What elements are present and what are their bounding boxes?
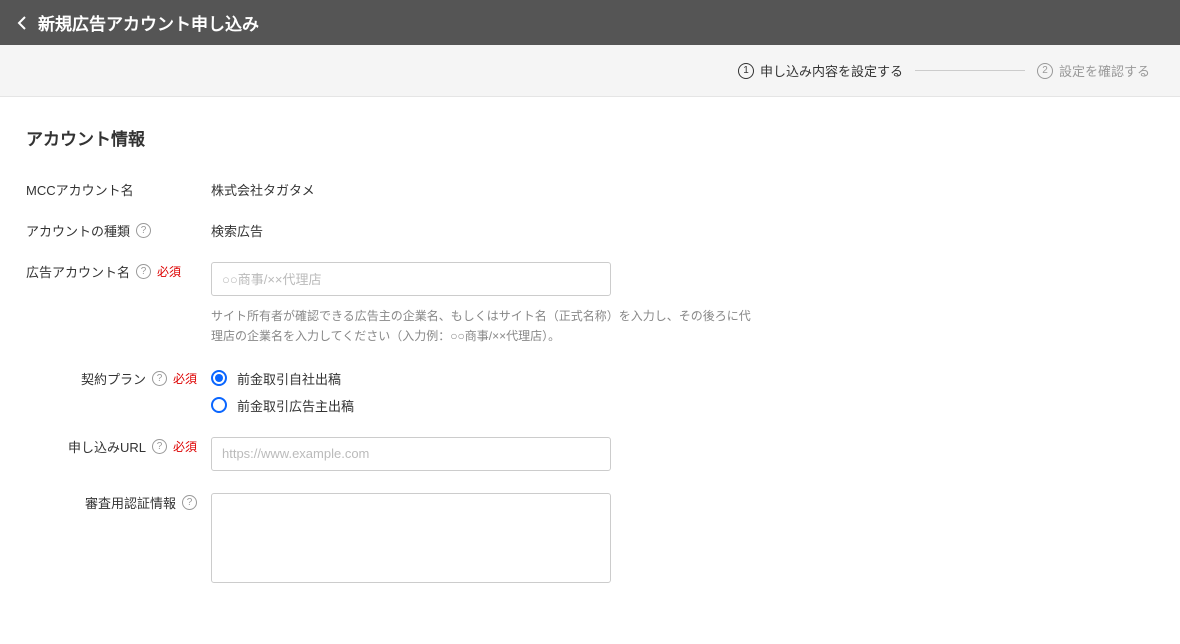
step-2-label: 設定を確認する <box>1059 61 1150 80</box>
ad-acct-name-hint: サイト所有者が確認できる広告主の企業名、もしくはサイト名（正式名称）を入力し、そ… <box>211 306 751 347</box>
plan-option-2-label: 前金取引広告主出稿 <box>237 396 354 415</box>
required-badge: 必須 <box>157 263 181 280</box>
label-col-acct-type: アカウントの種類 ? <box>26 217 211 240</box>
required-badge: 必須 <box>173 370 197 387</box>
value-col-auth-info <box>211 489 1154 586</box>
help-icon[interactable]: ? <box>152 439 167 454</box>
back-icon[interactable] <box>16 15 28 31</box>
label-col-ad-acct-name: 広告アカウント名 ? 必須 <box>26 258 211 281</box>
help-icon[interactable]: ? <box>152 371 167 386</box>
label-col-auth-info: 審査用認証情報 ? <box>26 489 211 512</box>
help-icon[interactable]: ? <box>182 495 197 510</box>
form-content: アカウント情報 MCCアカウント名 株式会社タガタメ アカウントの種類 ? 検索… <box>0 97 1180 644</box>
row-ad-acct-name: 広告アカウント名 ? 必須 サイト所有者が確認できる広告主の企業名、もしくはサイ… <box>26 258 1154 347</box>
plan-option-2[interactable]: 前金取引広告主出稿 <box>211 396 1154 415</box>
row-auth-info: 審査用認証情報 ? <box>26 489 1154 586</box>
plan-option-1-label: 前金取引自社出稿 <box>237 369 341 388</box>
row-acct-type: アカウントの種類 ? 検索広告 <box>26 217 1154 240</box>
value-col-ad-acct-name: サイト所有者が確認できる広告主の企業名、もしくはサイト名（正式名称）を入力し、そ… <box>211 258 1154 347</box>
stepper-line <box>915 70 1025 71</box>
help-icon[interactable]: ? <box>136 223 151 238</box>
plan-option-1[interactable]: 前金取引自社出稿 <box>211 369 1154 388</box>
mcc-label: MCCアカウント名 <box>26 180 134 199</box>
auth-info-textarea[interactable] <box>211 493 611 583</box>
acct-type-value: 検索広告 <box>211 224 263 239</box>
url-input[interactable] <box>211 437 611 471</box>
plan-label: 契約プラン <box>81 369 146 388</box>
label-col-plan: 契約プラン ? 必須 <box>26 365 211 388</box>
value-col-mcc: 株式会社タガタメ <box>211 176 1154 199</box>
step-1-num: 1 <box>738 63 754 79</box>
radio-unchecked-icon <box>211 397 227 413</box>
section-title: アカウント情報 <box>26 125 1154 150</box>
step-2-num: 2 <box>1037 63 1053 79</box>
label-col-url: 申し込みURL ? 必須 <box>26 433 211 456</box>
auth-info-label: 審査用認証情報 <box>85 493 176 512</box>
row-url: 申し込みURL ? 必須 <box>26 433 1154 471</box>
radio-checked-icon <box>211 370 227 386</box>
value-col-acct-type: 検索広告 <box>211 217 1154 240</box>
row-mcc: MCCアカウント名 株式会社タガタメ <box>26 176 1154 199</box>
url-label: 申し込みURL <box>68 437 146 456</box>
step-1-label: 申し込み内容を設定する <box>760 61 903 80</box>
ad-acct-name-label: 広告アカウント名 <box>26 262 130 281</box>
plan-radio-group: 前金取引自社出稿 前金取引広告主出稿 <box>211 369 1154 415</box>
page-title: 新規広告アカウント申し込み <box>38 10 259 35</box>
label-col-mcc: MCCアカウント名 <box>26 176 211 199</box>
ad-acct-name-input[interactable] <box>211 262 611 296</box>
acct-type-label: アカウントの種類 <box>26 221 130 240</box>
page-header: 新規広告アカウント申し込み <box>0 0 1180 45</box>
value-col-url <box>211 433 1154 471</box>
step-2: 2 設定を確認する <box>1037 61 1150 80</box>
step-1: 1 申し込み内容を設定する <box>738 61 903 80</box>
mcc-value: 株式会社タガタメ <box>211 183 315 198</box>
help-icon[interactable]: ? <box>136 264 151 279</box>
row-plan: 契約プラン ? 必須 前金取引自社出稿 前金取引広告主出稿 <box>26 365 1154 415</box>
stepper: 1 申し込み内容を設定する 2 設定を確認する <box>0 45 1180 97</box>
required-badge: 必須 <box>173 438 197 455</box>
value-col-plan: 前金取引自社出稿 前金取引広告主出稿 <box>211 365 1154 415</box>
